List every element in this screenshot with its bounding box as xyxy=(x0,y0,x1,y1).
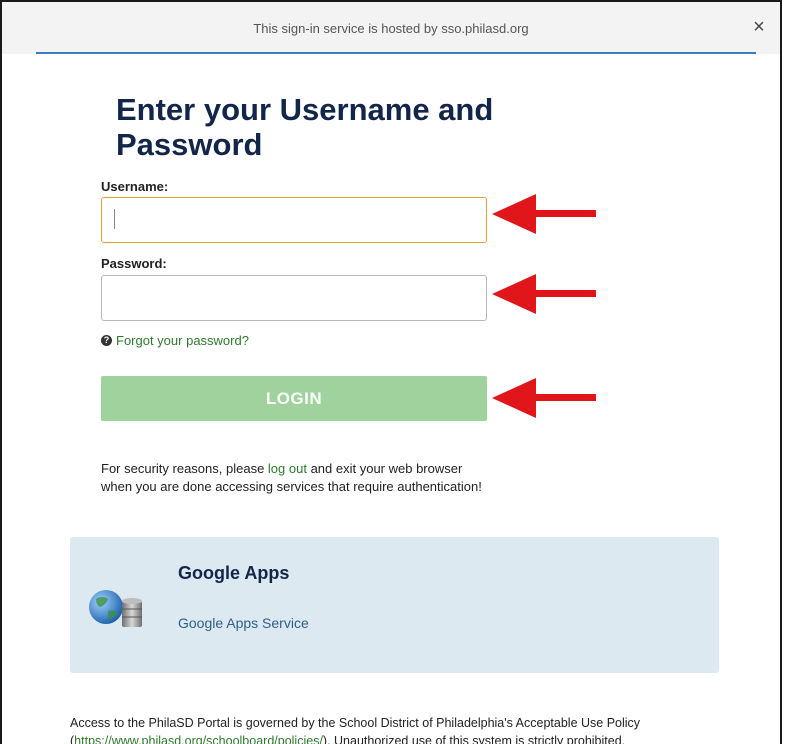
usage-policy-notice: Access to the PhilaSD Portal is governed… xyxy=(70,714,730,744)
service-panel: Google Apps Google Apps Service xyxy=(70,537,719,673)
footer-text-after: ). Unauthorized use of this system is st… xyxy=(322,734,626,744)
text-caret xyxy=(114,209,115,229)
banner-divider xyxy=(36,52,756,54)
logout-link[interactable]: log out xyxy=(268,461,307,476)
red-arrow-left-icon xyxy=(492,378,596,418)
username-label: Username: xyxy=(101,179,169,194)
globe-database-icon xyxy=(89,590,142,627)
google-apps-service-link[interactable]: Google Apps Service xyxy=(178,615,309,631)
page-title: Enter your Username and Password xyxy=(116,92,494,162)
help-circle-icon: ? xyxy=(101,335,112,346)
service-title: Google Apps xyxy=(178,563,290,583)
policy-link[interactable]: https://www.philasd.org/schoolboard/poli… xyxy=(74,734,323,744)
security-text-before: For security reasons, please xyxy=(101,461,268,476)
close-icon[interactable]: × xyxy=(748,16,770,38)
username-field[interactable] xyxy=(101,197,487,243)
red-arrow-left-icon xyxy=(492,194,596,234)
hosted-banner: This sign-in service is hosted by sso.ph… xyxy=(2,2,780,54)
password-field[interactable] xyxy=(101,275,487,321)
login-button[interactable]: LOGIN xyxy=(101,376,487,421)
red-arrow-left-icon xyxy=(492,274,596,314)
password-label: Password: xyxy=(101,256,167,271)
forgot-password-label: Forgot your password? xyxy=(116,333,249,348)
hosted-text: This sign-in service is hosted by sso.ph… xyxy=(253,21,529,36)
sso-dialog: This sign-in service is hosted by sso.ph… xyxy=(0,0,782,744)
security-notice: For security reasons, please log out and… xyxy=(101,460,491,496)
forgot-password-link[interactable]: ? Forgot your password? xyxy=(101,333,249,348)
